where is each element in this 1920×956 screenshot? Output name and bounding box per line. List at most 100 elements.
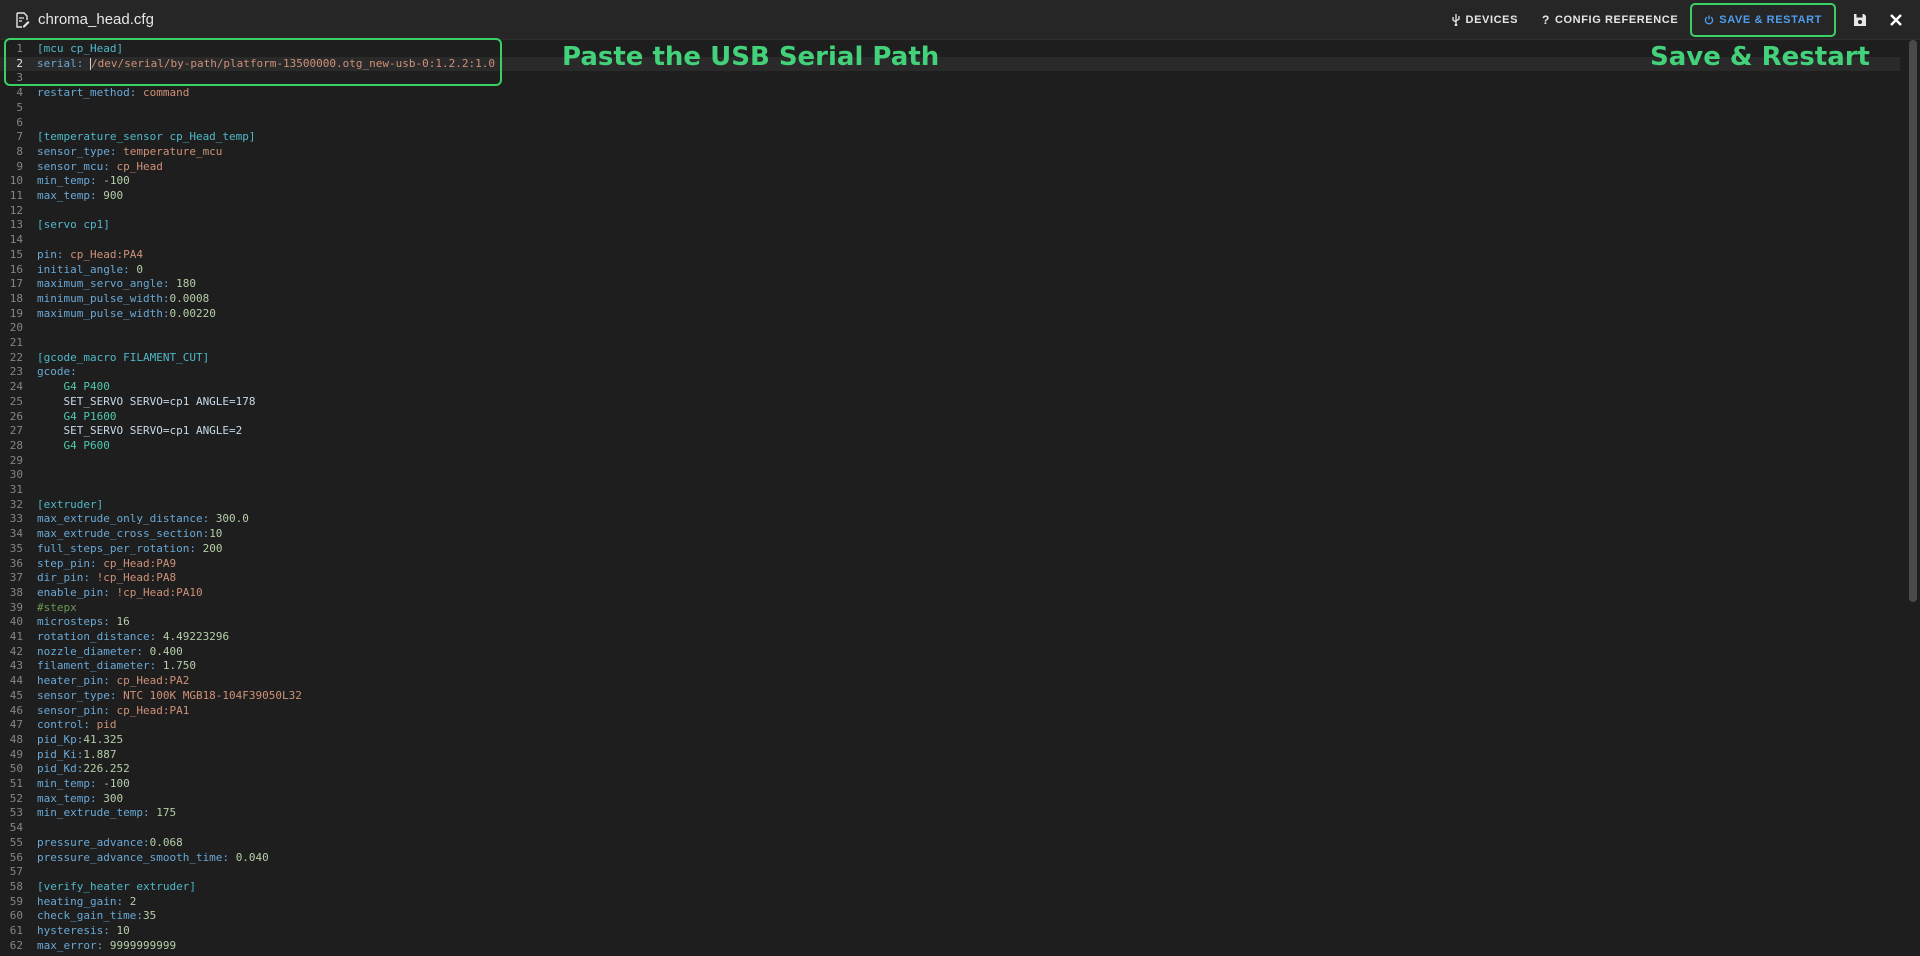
- code-text: dir_pin: !cp_Head:PA8: [37, 571, 176, 586]
- line-number: 10: [9, 174, 23, 188]
- save-button[interactable]: [1842, 0, 1878, 40]
- code-token: max_error:: [37, 938, 110, 952]
- code-line[interactable]: 5: [0, 101, 1900, 116]
- code-token: restart_method:: [37, 86, 143, 100]
- line-number: 47: [9, 718, 23, 732]
- code-line[interactable]: 13 [servo cp1]: [0, 218, 1900, 233]
- code-text: [temperature_sensor cp_Head_temp]: [37, 130, 256, 145]
- code-line[interactable]: 20: [0, 321, 1900, 336]
- code-line[interactable]: 52 max_temp: 300: [0, 792, 1900, 807]
- close-button[interactable]: [1878, 0, 1914, 40]
- code-line[interactable]: 41 rotation_distance: 4.49223296: [0, 630, 1900, 645]
- code-line[interactable]: 38 enable_pin: !cp_Head:PA10: [0, 586, 1900, 601]
- code-line[interactable]: 28 G4 P600: [0, 439, 1900, 454]
- code-text: step_pin: cp_Head:PA9: [37, 557, 176, 572]
- code-line[interactable]: 60 check_gain_time:35: [0, 909, 1900, 924]
- code-text: full_steps_per_rotation: 200: [37, 542, 222, 557]
- code-line[interactable]: 48 pid_Kp:41.325: [0, 733, 1900, 748]
- code-token: sensor_type:: [37, 688, 124, 702]
- code-line[interactable]: 32 [extruder]: [0, 498, 1900, 513]
- code-line[interactable]: 35 full_steps_per_rotation: 200: [0, 542, 1900, 557]
- code-line[interactable]: 18 minimum_pulse_width:0.0008: [0, 292, 1900, 307]
- code-line[interactable]: 50 pid_Kd:226.252: [0, 762, 1900, 777]
- config-reference-button[interactable]: ? CONFIG REFERENCE: [1530, 0, 1690, 40]
- code-line[interactable]: 46 sensor_pin: cp_Head:PA1: [0, 704, 1900, 719]
- code-line[interactable]: 9 sensor_mcu: cp_Head: [0, 160, 1900, 175]
- code-line[interactable]: 53 min_extrude_temp: 175: [0, 806, 1900, 821]
- code-line[interactable]: 39 #stepx: [0, 601, 1900, 616]
- code-line[interactable]: 58 [verify_heater extruder]: [0, 880, 1900, 895]
- line-number: 12: [9, 203, 23, 217]
- code-text: maximum_servo_angle: 180: [37, 277, 196, 292]
- line-number: 40: [9, 615, 23, 629]
- save-restart-button[interactable]: SAVE & RESTART: [1692, 5, 1834, 35]
- code-token: 0: [136, 262, 143, 276]
- code-line[interactable]: 6: [0, 116, 1900, 131]
- code-line[interactable]: 10 min_temp: -100: [0, 174, 1900, 189]
- code-line[interactable]: 30: [0, 468, 1900, 483]
- code-line[interactable]: 31: [0, 483, 1900, 498]
- code-line[interactable]: 29: [0, 454, 1900, 469]
- code-line[interactable]: 21: [0, 336, 1900, 351]
- code-token: 0.040: [235, 850, 269, 864]
- line-number: 59: [9, 894, 23, 908]
- line-number: 7: [16, 130, 23, 144]
- line-number: 24: [9, 380, 23, 394]
- code-text: heating_gain: 2: [37, 895, 136, 910]
- code-line[interactable]: 15 pin: cp_Head:PA4: [0, 248, 1900, 263]
- code-line[interactable]: 25 SET_SERVO SERVO=cp1 ANGLE=178: [0, 395, 1900, 410]
- code-line[interactable]: 40 microsteps: 16: [0, 615, 1900, 630]
- code-line[interactable]: 19 maximum_pulse_width:0.00220: [0, 307, 1900, 322]
- code-token: cp_Head: [116, 159, 163, 173]
- code-token: min_temp:: [37, 777, 104, 790]
- code-token: 226.252: [83, 762, 130, 776]
- code-line[interactable]: 47 control: pid: [0, 718, 1900, 733]
- code-line[interactable]: 22 [gcode_macro FILAMENT_CUT]: [0, 351, 1900, 366]
- code-line[interactable]: 56 pressure_advance_smooth_time: 0.040: [0, 851, 1900, 866]
- code-line[interactable]: 34 max_extrude_cross_section:10: [0, 527, 1900, 542]
- code-line[interactable]: 62 max_error: 9999999999: [0, 939, 1900, 954]
- code-line[interactable]: 23 gcode:: [0, 365, 1900, 380]
- code-line[interactable]: 16 initial_angle: 0: [0, 263, 1900, 278]
- code-line[interactable]: 54: [0, 821, 1900, 836]
- code-line[interactable]: 59 heating_gain: 2: [0, 895, 1900, 910]
- code-line[interactable]: 33 max_extrude_only_distance: 300.0: [0, 512, 1900, 527]
- code-text: heater_pin: cp_Head:PA2: [37, 674, 189, 689]
- code-editor[interactable]: 1 [mcu cp_Head] 2 serial: /dev/serial/by-pa…: [0, 40, 1920, 956]
- code-line[interactable]: 26 G4 P1600: [0, 410, 1900, 425]
- code-line[interactable]: 55 pressure_advance:0.068: [0, 836, 1900, 851]
- code-line[interactable]: 36 step_pin: cp_Head:PA9: [0, 557, 1900, 572]
- code-line[interactable]: 57: [0, 865, 1900, 880]
- code-line[interactable]: 43 filament_diameter: 1.750: [0, 659, 1900, 674]
- editor-scrollbar-thumb[interactable]: [1909, 40, 1917, 602]
- code-line[interactable]: 49 pid_Ki:1.887: [0, 748, 1900, 763]
- code-token: 1.887: [83, 747, 117, 761]
- line-number: 29: [9, 453, 23, 467]
- code-token: nozzle_diameter:: [37, 644, 150, 658]
- devices-label: DEVICES: [1465, 14, 1519, 26]
- code-line[interactable]: 12: [0, 204, 1900, 219]
- code-token: pid: [96, 718, 117, 732]
- code-line[interactable]: 7 [temperature_sensor cp_Head_temp]: [0, 130, 1900, 145]
- code-line[interactable]: 11 max_temp: 900: [0, 189, 1900, 204]
- line-number: 62: [9, 938, 23, 952]
- devices-button[interactable]: DEVICES: [1439, 0, 1531, 40]
- code-line[interactable]: 37 dir_pin: !cp_Head:PA8: [0, 571, 1900, 586]
- code-line[interactable]: 24 G4 P400: [0, 380, 1900, 395]
- code-line[interactable]: 14: [0, 233, 1900, 248]
- code-line[interactable]: 44 heater_pin: cp_Head:PA2: [0, 674, 1900, 689]
- code-token: command: [142, 86, 190, 100]
- code-line[interactable]: 27 SET_SERVO SERVO=cp1 ANGLE=2: [0, 424, 1900, 439]
- power-icon: [1705, 15, 1714, 25]
- code-line[interactable]: 4 restart_method: command: [0, 86, 1900, 101]
- code-line[interactable]: 45 sensor_type: NTC 100K MGB18-104F39050L…: [0, 689, 1900, 704]
- code-text: maximum_pulse_width:0.00220: [37, 307, 216, 322]
- code-text: pressure_advance:0.068: [37, 836, 183, 851]
- code-line[interactable]: 17 maximum_servo_angle: 180: [0, 277, 1900, 292]
- code-line[interactable]: 61 hysteresis: 10: [0, 924, 1900, 939]
- code-token: full_steps_per_rotation:: [37, 541, 203, 555]
- code-line[interactable]: 42 nozzle_diameter: 0.400: [0, 645, 1900, 660]
- code-text: G4 P600: [37, 439, 109, 454]
- code-line[interactable]: 8 sensor_type: temperature_mcu: [0, 145, 1900, 160]
- code-line[interactable]: 51 min_temp: -100: [0, 777, 1900, 792]
